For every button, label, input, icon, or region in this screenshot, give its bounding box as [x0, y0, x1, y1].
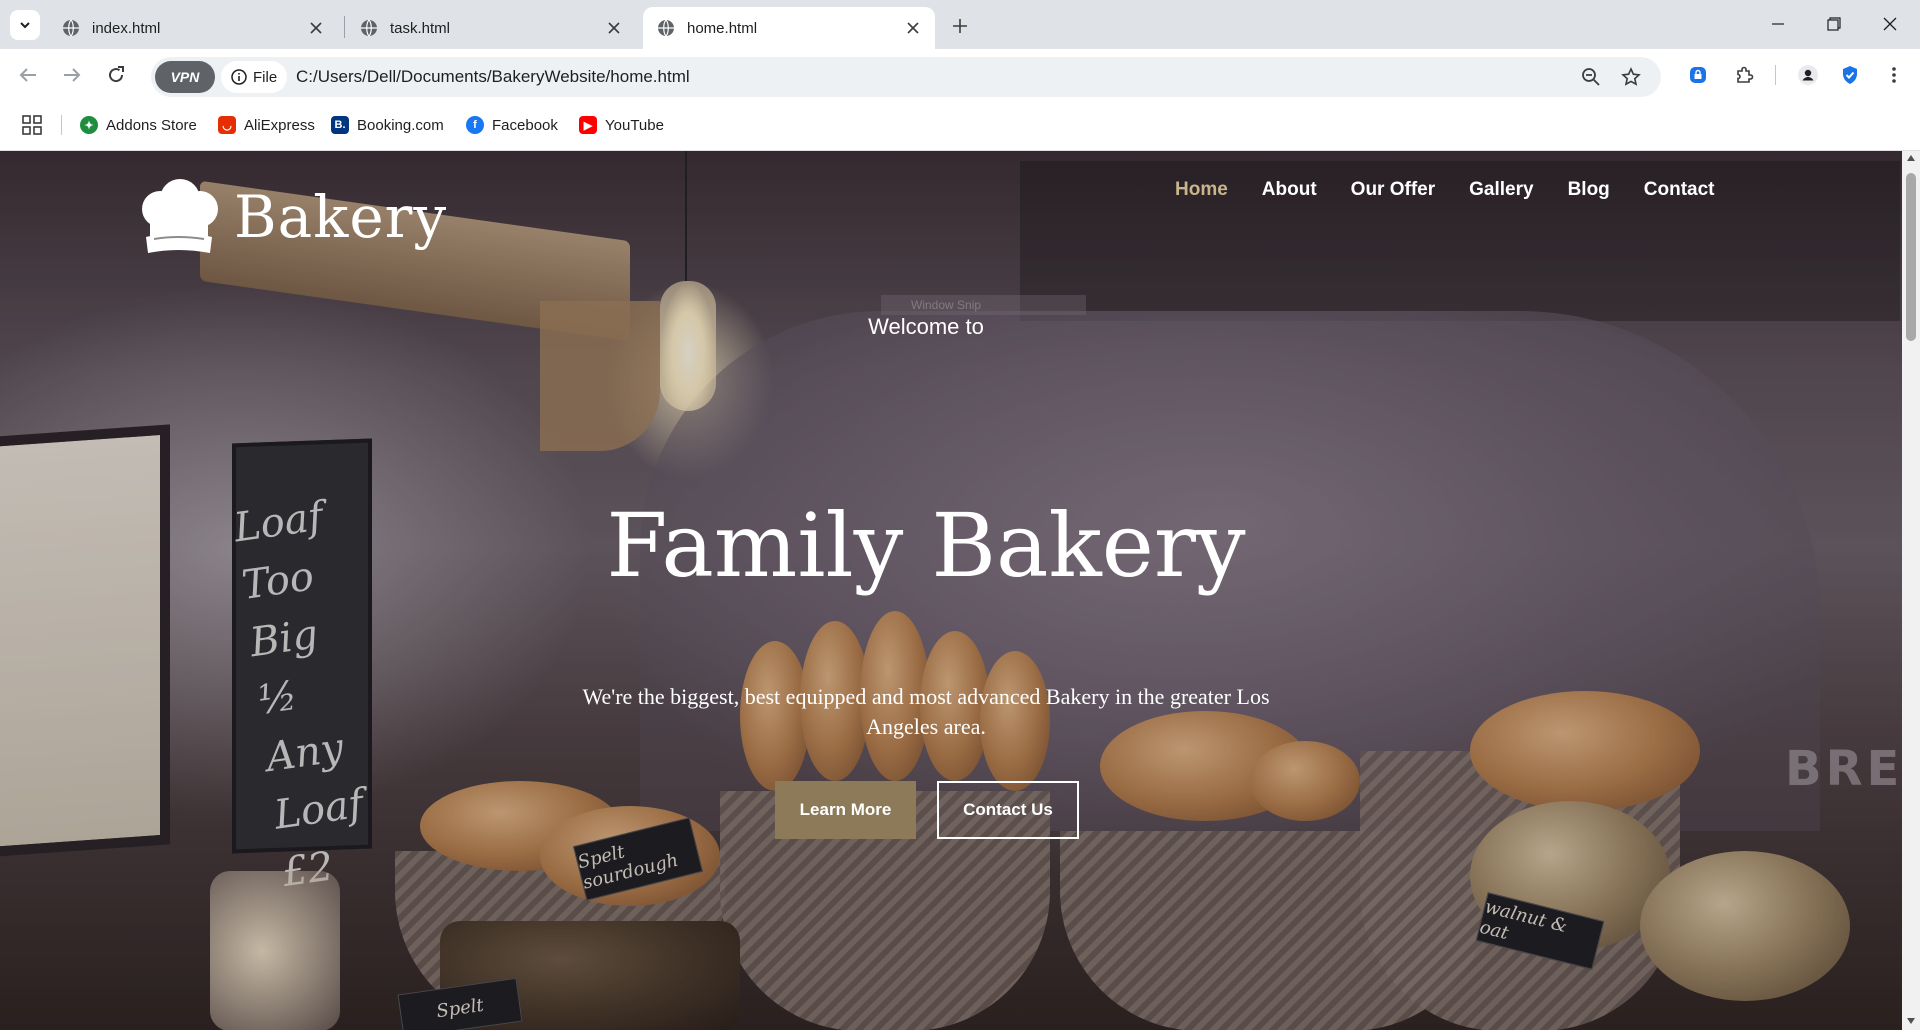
close-icon[interactable]	[901, 16, 925, 40]
info-icon	[231, 69, 247, 85]
page-scrollbar[interactable]	[1902, 151, 1920, 1030]
close-window-button[interactable]	[1870, 8, 1910, 40]
password-manager-button[interactable]	[1682, 59, 1714, 91]
hero-subline: We're the biggest, best equipped and mos…	[582, 684, 1270, 739]
bookmark-booking[interactable]: B. Booking.com	[331, 113, 444, 137]
logo-text: Bakery	[234, 183, 448, 251]
arrow-left-icon	[19, 68, 36, 82]
avatar-icon	[1798, 65, 1818, 85]
close-icon	[1883, 17, 1897, 31]
chef-hat-icon	[142, 179, 218, 253]
nav-blog[interactable]: Blog	[1568, 179, 1610, 201]
window-snip-overlay: Window Snip	[881, 295, 1086, 315]
learn-more-button[interactable]: Learn More	[775, 781, 916, 839]
hero-welcome: Welcome to	[868, 314, 984, 339]
chevron-down-icon	[20, 22, 30, 29]
tab-search-button[interactable]	[10, 10, 40, 40]
aliexpress-icon: ◡	[218, 116, 236, 134]
youtube-icon: ▶	[579, 116, 597, 134]
minimize-icon	[1772, 23, 1784, 25]
extensions-button[interactable]	[1728, 59, 1760, 91]
hero-headline: Family Bakery	[606, 494, 1246, 597]
menu-button[interactable]	[1878, 59, 1910, 91]
tab-strip: index.html task.html home.html	[0, 0, 1920, 49]
close-icon[interactable]	[304, 16, 328, 40]
addons-store-icon: ✦	[80, 116, 98, 134]
minimize-button[interactable]	[1758, 8, 1798, 40]
bookmark-label: YouTube	[605, 116, 664, 134]
page-viewport: Loaf Too Big ½ Any Loaf £2 Spelt sourdou…	[0, 151, 1902, 1030]
puzzle-icon	[1737, 66, 1754, 83]
bookmark-youtube[interactable]: ▶ YouTube	[579, 113, 664, 137]
security-extension-button[interactable]	[1834, 59, 1866, 91]
tab-task[interactable]: task.html	[346, 7, 636, 49]
restore-icon	[1827, 17, 1841, 31]
nav-gallery[interactable]: Gallery	[1469, 179, 1533, 201]
restore-button[interactable]	[1814, 8, 1854, 40]
globe-icon	[361, 19, 377, 37]
tab-title: index.html	[92, 19, 161, 37]
bookmark-addons-store[interactable]: ✦ Addons Store	[80, 113, 197, 137]
tab-title: task.html	[390, 19, 451, 37]
scroll-down-arrow-icon[interactable]	[1907, 1018, 1915, 1024]
tab-home[interactable]: home.html	[643, 7, 935, 49]
back-button[interactable]	[12, 59, 44, 91]
site-nav: Home About Our Offer Gallery Blog Contac…	[1175, 179, 1749, 201]
apps-grid-icon[interactable]	[20, 113, 44, 137]
nav-about[interactable]: About	[1262, 179, 1317, 201]
bookmarks-bar: ✦ Addons Store ◡ AliExpress B. Booking.c…	[0, 99, 1920, 151]
bookmark-star-button[interactable]	[1617, 63, 1645, 91]
bookmark-label: AliExpress	[244, 116, 315, 134]
address-bar[interactable]: VPN File C:/Users/Dell/Documents/BakeryW…	[151, 57, 1661, 97]
plus-icon	[953, 19, 967, 33]
bookmark-facebook[interactable]: f Facebook	[466, 113, 558, 137]
tab-index[interactable]: index.html	[48, 7, 338, 49]
facebook-icon: f	[466, 116, 484, 134]
bookmarks-divider	[61, 115, 62, 135]
scroll-up-arrow-icon[interactable]	[1907, 155, 1915, 161]
kebab-menu-icon	[1892, 67, 1896, 83]
bookmark-label: Booking.com	[357, 116, 444, 134]
close-icon[interactable]	[602, 16, 626, 40]
site-info-chip[interactable]: File	[221, 61, 288, 93]
scroll-thumb[interactable]	[1906, 173, 1916, 341]
bookmark-label: Addons Store	[106, 116, 197, 134]
vpn-button[interactable]: VPN	[155, 61, 215, 93]
profile-button[interactable]	[1792, 59, 1824, 91]
url-text[interactable]: C:/Users/Dell/Documents/BakeryWebsite/ho…	[296, 67, 690, 87]
globe-icon	[63, 19, 79, 37]
nav-contact[interactable]: Contact	[1644, 179, 1715, 201]
new-tab-button[interactable]	[946, 12, 974, 40]
globe-icon	[658, 19, 674, 37]
bookmark-aliexpress[interactable]: ◡ AliExpress	[218, 113, 315, 137]
reload-icon	[109, 66, 124, 83]
contact-us-button[interactable]: Contact Us	[937, 781, 1079, 839]
zoom-out-icon	[1582, 68, 1600, 86]
zoom-button[interactable]	[1577, 63, 1605, 91]
nav-home[interactable]: Home	[1175, 179, 1228, 201]
reload-button[interactable]	[100, 59, 132, 91]
tab-title: home.html	[687, 19, 758, 37]
arrow-right-icon	[64, 68, 81, 82]
site-logo[interactable]: Bakery	[132, 179, 447, 255]
chip-label: File	[253, 68, 278, 86]
shield-check-icon	[1843, 66, 1857, 84]
booking-icon: B.	[331, 116, 349, 134]
forward-button[interactable]	[56, 59, 88, 91]
nav-our-offer[interactable]: Our Offer	[1351, 179, 1435, 201]
bookmark-label: Facebook	[492, 116, 558, 134]
star-icon	[1621, 67, 1641, 86]
toolbar-divider	[1775, 65, 1776, 85]
lock-shield-icon	[1690, 67, 1706, 83]
tab-separator	[344, 16, 345, 38]
browser-toolbar: VPN File C:/Users/Dell/Documents/BakeryW…	[0, 49, 1920, 99]
